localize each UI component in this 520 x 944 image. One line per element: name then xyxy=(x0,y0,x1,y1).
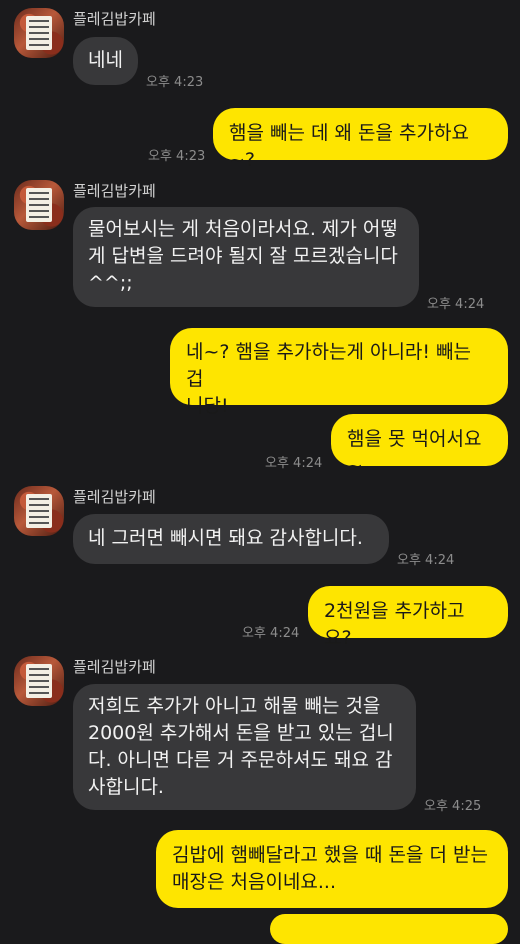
message-bubble-outgoing[interactable]: 햄을 빼는 데 왜 돈을 추가하요~? xyxy=(213,108,508,171)
message-time: 오후 4:24 xyxy=(265,456,323,471)
message-bubble-incoming[interactable]: 네 그러면 빼시면 돼요 감사합니다. xyxy=(73,514,389,564)
avatar[interactable] xyxy=(14,486,64,536)
message-time: 오후 4:24 xyxy=(427,297,485,312)
message-time: 오후 4:25 xyxy=(424,799,482,814)
message-bubble-outgoing[interactable]: 네~? 햄을 추가하는게 아니라! 빼는 겁 니당! xyxy=(170,328,508,417)
avatar[interactable] xyxy=(14,180,64,230)
message-bubble-outgoing[interactable]: 김밥에 햄빼달라고 했을 때 돈을 더 받는 매장은 처음이네요... xyxy=(156,830,508,908)
avatar[interactable] xyxy=(14,656,64,706)
sender-name: 플레김밥카페 xyxy=(73,182,156,200)
sender-name: 플레김밥카페 xyxy=(73,10,156,28)
message-bubble-outgoing[interactable]: 햄을 못 먹어서요~ xyxy=(331,414,508,477)
message-time: 오후 4:24 xyxy=(242,626,300,641)
avatar[interactable] xyxy=(14,8,64,58)
message-time: 오후 4:23 xyxy=(148,149,206,164)
message-bubble-incoming[interactable]: 네네 xyxy=(73,37,138,85)
message-time: 오후 4:24 xyxy=(397,553,455,568)
message-bubble-incoming[interactable]: 물어보시는 게 처음이라서요. 제가 어떻 게 답변을 드려야 될지 잘 모르겠… xyxy=(73,207,419,307)
message-time: 오후 4:23 xyxy=(146,75,204,90)
sender-name: 플레김밥카페 xyxy=(73,658,156,676)
message-bubble-incoming[interactable]: 저희도 추가가 아니고 해물 빼는 것을 2000원 추가해서 돈을 받고 있는… xyxy=(73,684,416,810)
sender-name: 플레김밥카페 xyxy=(73,488,156,506)
message-bubble-outgoing[interactable]: 2천원을 추가하고요? xyxy=(308,586,508,649)
